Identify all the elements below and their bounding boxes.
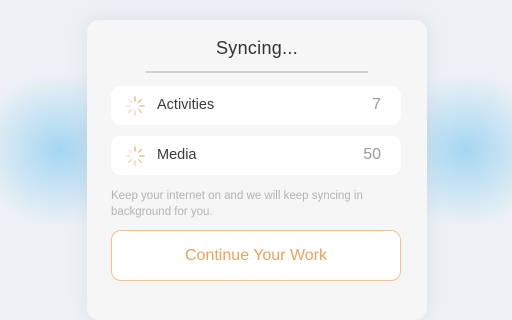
continue-your-work-button[interactable]: Continue Your Work	[111, 230, 401, 281]
sync-dialog: Syncing... Activities 7 Media 50 Keep yo…	[87, 20, 427, 320]
sync-item-count: 7	[372, 96, 381, 113]
sync-item-activities: Activities 7	[111, 86, 401, 125]
sync-item-label: Activities	[157, 97, 215, 113]
sync-hint-text: Keep your internet on and we will keep s…	[111, 190, 363, 218]
dialog-title: Syncing...	[215, 38, 299, 58]
sync-item-media: Media 50	[111, 136, 401, 175]
loading-spinner-icon	[125, 96, 145, 116]
sync-item-label: Media	[157, 147, 197, 163]
loading-spinner-icon	[125, 146, 145, 166]
sync-item-count: 50	[363, 146, 381, 163]
title-divider	[146, 71, 368, 73]
